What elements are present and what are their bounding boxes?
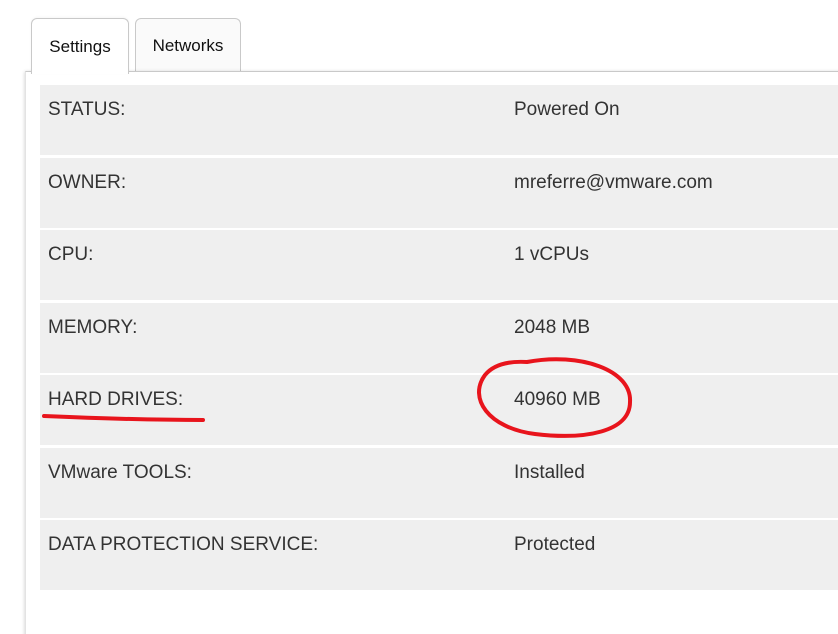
owner-value: mreferre@vmware.com bbox=[514, 172, 713, 193]
status-value: Powered On bbox=[514, 99, 620, 120]
cpu-value: 1 vCPUs bbox=[514, 244, 589, 265]
property-row-vmware-tools: VMware TOOLS: Installed bbox=[40, 448, 838, 518]
tab-settings[interactable]: Settings bbox=[31, 18, 129, 74]
tab-networks[interactable]: Networks bbox=[135, 18, 241, 72]
hard-drives-value: 40960 MB bbox=[514, 389, 601, 410]
memory-value: 2048 MB bbox=[514, 317, 591, 338]
property-row-owner: OWNER: mreferre@vmware.com bbox=[40, 158, 838, 228]
status-label: STATUS: bbox=[48, 99, 126, 120]
owner-label: OWNER: bbox=[48, 172, 127, 193]
vm-details-view: Settings Networks STATUS: Powered On OWN… bbox=[0, 0, 838, 634]
data-protection-value: Protected bbox=[514, 534, 596, 555]
tab-networks-label: Networks bbox=[152, 35, 224, 55]
property-row-data-protection: DATA PROTECTION SERVICE: Protected bbox=[40, 520, 838, 590]
vmware-tools-value: Installed bbox=[514, 462, 585, 483]
property-row-status: STATUS: Powered On bbox=[40, 85, 838, 155]
hard-drives-label: HARD DRIVES: bbox=[48, 389, 184, 410]
property-row-hard-drives: HARD DRIVES: 40960 MB bbox=[40, 375, 838, 445]
property-row-memory: MEMORY: 2048 MB bbox=[40, 303, 838, 373]
cpu-label: CPU: bbox=[48, 244, 94, 265]
data-protection-label: DATA PROTECTION SERVICE: bbox=[48, 534, 319, 555]
vmware-tools-label: VMware TOOLS: bbox=[48, 462, 192, 483]
memory-label: MEMORY: bbox=[48, 317, 138, 338]
property-row-cpu: CPU: 1 vCPUs bbox=[40, 230, 838, 300]
tab-settings-label: Settings bbox=[49, 36, 111, 56]
settings-panel: STATUS: Powered On OWNER: mreferre@vmwar… bbox=[25, 71, 838, 634]
